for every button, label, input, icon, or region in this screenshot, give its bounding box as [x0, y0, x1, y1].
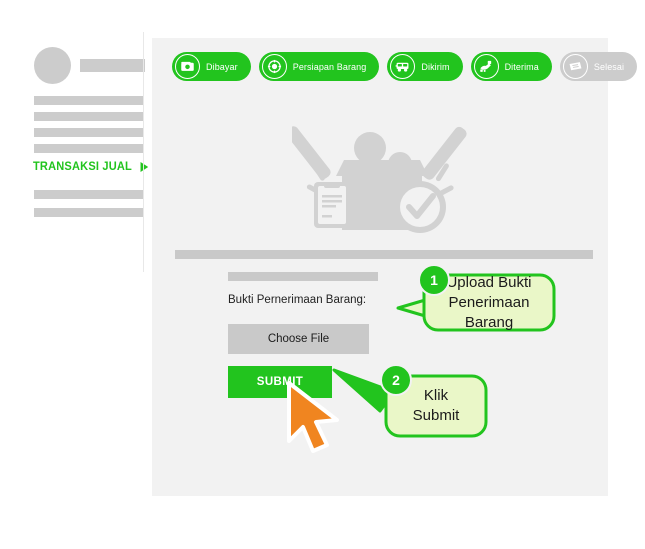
avatar	[34, 47, 71, 84]
status-chip-selesai[interactable]: Selesai	[559, 52, 638, 81]
main-panel: Dibayar Persiapan Barang Dikirim Diterim…	[152, 38, 638, 496]
status-chip-label: Dibayar	[206, 61, 238, 72]
status-chip-label: Selesai	[593, 61, 625, 72]
status-chip-label: Diterima	[504, 61, 539, 72]
callout-1: Upload Bukti Penerimaan Barang 1	[376, 264, 556, 340]
callout-1-number: 1	[418, 264, 450, 296]
hand-package-icon	[473, 54, 499, 79]
clock-target-icon	[261, 54, 287, 79]
sidebar-placeholder-bar	[34, 96, 144, 105]
status-chip-diterima[interactable]: Diterima	[470, 52, 552, 81]
choose-file-button[interactable]: Choose File	[228, 324, 369, 354]
sidebar-divider	[143, 32, 144, 272]
delivery-bus-icon	[390, 54, 416, 79]
sidebar-placeholder-bar	[34, 144, 144, 153]
receipt-icon	[562, 54, 588, 79]
status-chip-dibayar[interactable]: Dibayar	[172, 52, 251, 81]
status-chip-label: Dikirim	[421, 61, 450, 72]
sidebar-placeholder-bar	[34, 208, 144, 217]
content-placeholder-bar-short	[228, 272, 378, 281]
sidebar-placeholder-bar	[34, 190, 144, 199]
file-upload-label: Bukti Pernerimaan Barang:	[228, 294, 367, 306]
order-status-steps: Dibayar Persiapan Barang Dikirim Diterim…	[172, 52, 638, 81]
sidebar-item-transaksi-jual[interactable]: TRANSAKSI JUAL	[33, 161, 149, 173]
status-chip-label: Persiapan Barang	[292, 61, 367, 72]
content-placeholder-bar-wide	[175, 250, 593, 259]
triangle-right-icon	[140, 162, 149, 172]
status-chip-dikirim[interactable]: Dikirim	[387, 52, 463, 81]
people-celebrating-box-checkmark-illustration	[286, 100, 472, 235]
mouse-pointer-arrow	[281, 379, 361, 459]
sidebar-placeholder-bar	[34, 112, 144, 121]
screenshot-root: TRANSAKSI JUAL Dibayar Persiapan Barang …	[0, 0, 645, 549]
choose-file-label: Choose File	[267, 333, 330, 345]
status-chip-persiapan-barang[interactable]: Persiapan Barang	[258, 52, 380, 81]
user-name-placeholder	[80, 59, 145, 72]
sidebar-item-label: TRANSAKSI JUAL	[33, 161, 132, 173]
wallet-cash-icon	[175, 54, 200, 79]
sidebar: TRANSAKSI JUAL	[0, 0, 149, 549]
callout-2-number: 2	[380, 364, 412, 396]
sidebar-placeholder-bar	[34, 128, 144, 137]
